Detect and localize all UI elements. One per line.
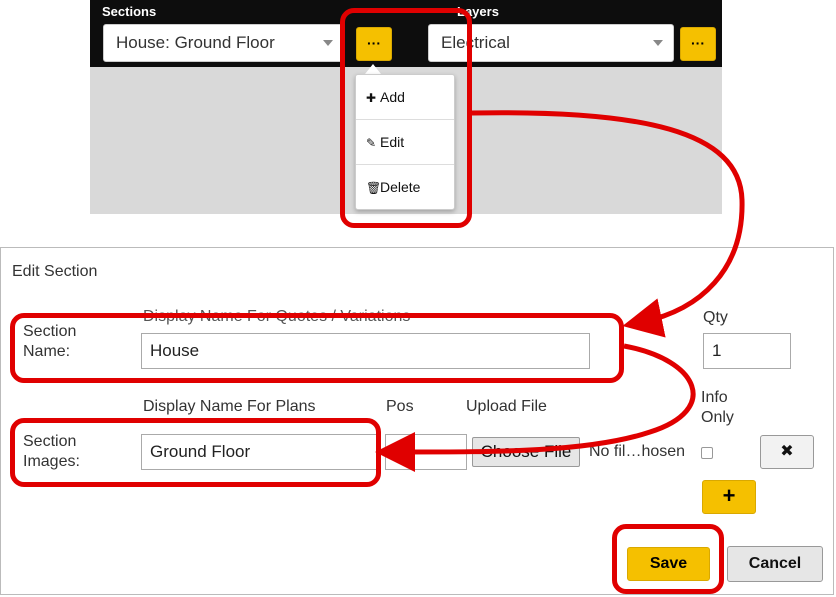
no-file-chosen-text: No fil…hosen: [589, 443, 686, 460]
add-image-button[interactable]: +: [702, 480, 756, 514]
display-name-plans-header: Display Name For Plans: [143, 398, 316, 415]
cancel-button[interactable]: Cancel: [727, 546, 823, 582]
pos-header: Pos: [386, 398, 414, 415]
close-icon: ✖: [780, 443, 794, 460]
highlight-section-images-annotation: [10, 418, 381, 487]
chevron-down-icon: [653, 40, 663, 46]
highlight-save-annotation: [612, 524, 724, 594]
qty-header: Qty: [703, 309, 728, 326]
highlight-section-name-annotation: [10, 313, 624, 383]
layers-more-button[interactable]: ···: [680, 27, 716, 61]
sections-select-value: House: Ground Floor: [116, 33, 275, 52]
pos-input[interactable]: [385, 434, 467, 470]
remove-image-button[interactable]: ✖: [760, 435, 814, 469]
plus-icon: +: [722, 483, 736, 508]
qty-input[interactable]: 1: [703, 333, 791, 369]
dialog-title: Edit Section: [12, 263, 98, 280]
info-only-checkbox[interactable]: [701, 447, 713, 459]
upload-file-header: Upload File: [466, 398, 547, 415]
info-only-header: Info Only: [701, 389, 734, 426]
chevron-down-icon: [323, 40, 333, 46]
choose-file-button[interactable]: Choose File: [472, 437, 580, 467]
highlight-menu-annotation: [340, 8, 472, 228]
sections-label: Sections: [102, 4, 157, 19]
sections-select[interactable]: House: Ground Floor: [103, 24, 344, 62]
